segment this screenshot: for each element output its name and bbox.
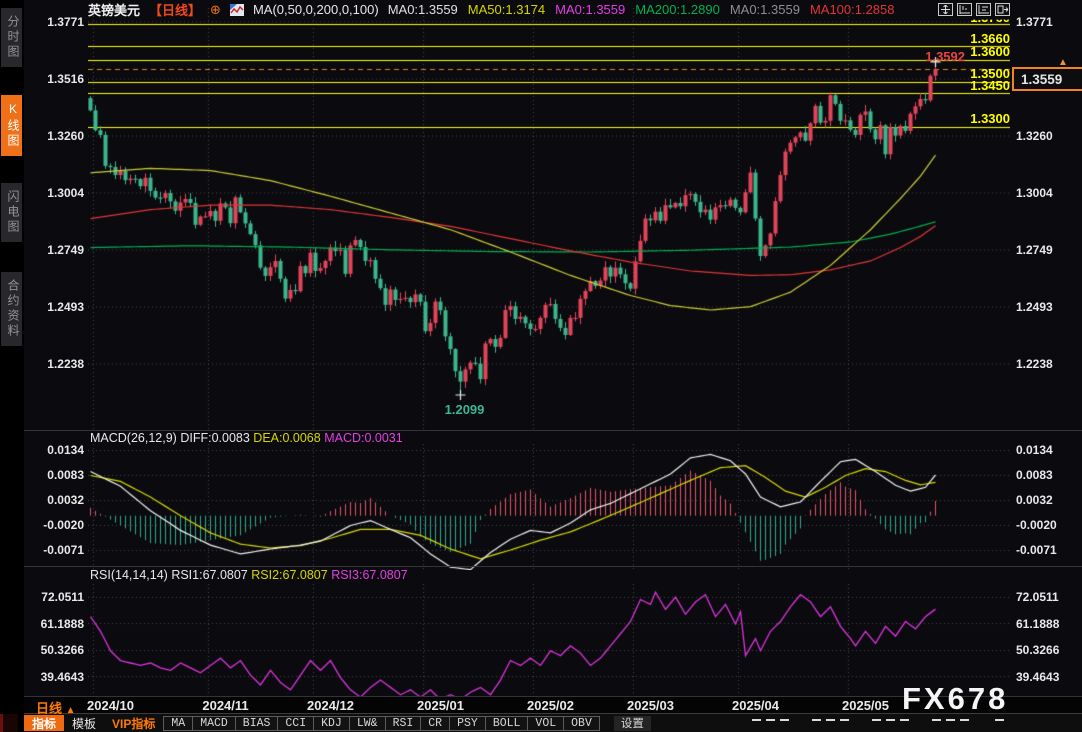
- indicator-button-obv[interactable]: OBV: [564, 716, 600, 731]
- axis-tick-macd: -0.0071: [1016, 543, 1057, 557]
- indicator-button-psy[interactable]: PSY: [450, 716, 486, 731]
- month-label: 2025/04: [732, 698, 779, 713]
- axis-tick-macd: -0.0020: [1016, 518, 1057, 532]
- month-label: 2025/02: [527, 698, 574, 713]
- sidebar-tab-2[interactable]: K线图: [1, 95, 22, 156]
- macd-title: MACD(26,12,9): [90, 431, 177, 445]
- rsi2-value: RSI2:67.0807: [251, 568, 327, 582]
- trading-app: 分时图K线图闪电图合约资料 英镑美元 【日线】 ⊕ MA(0,50,0,200,…: [0, 0, 1082, 732]
- sidebar-tab-4[interactable]: 合约资料: [1, 272, 22, 346]
- axis-tick-price: 1.3771: [26, 15, 84, 29]
- brand-watermark: FX678: [902, 681, 1008, 717]
- axis-tick-price: 1.3004: [26, 186, 84, 200]
- axis-tick-price: 1.3260: [1016, 129, 1053, 143]
- axis-tick-price: 1.2238: [1016, 357, 1053, 371]
- macd-dea-value: DEA:0.0068: [253, 431, 320, 445]
- indicator-button-lw[interactable]: LW&: [350, 716, 386, 731]
- indicator-button-rsi[interactable]: RSI: [386, 716, 422, 731]
- axis-tick-rsi: 39.4643: [26, 670, 84, 684]
- axis-tick-macd: -0.0071: [26, 543, 84, 557]
- indicator-button-boll[interactable]: BOLL: [486, 716, 529, 731]
- axis-tick-rsi: 61.1888: [26, 617, 84, 631]
- axis-tick-price: 1.2493: [26, 300, 84, 314]
- rsi1-value: RSI1:67.0807: [171, 568, 247, 582]
- axis-tick-macd: 0.0134: [1016, 443, 1053, 457]
- axis-tick-rsi: 50.3266: [26, 643, 84, 657]
- axis-tick-rsi: 50.3266: [1016, 643, 1059, 657]
- axis-tick-rsi: 61.1888: [1016, 617, 1059, 631]
- sidebar-tab-3[interactable]: 闪电图: [1, 183, 22, 242]
- current-price-value: 1.3559: [1021, 72, 1062, 87]
- indicator-button-cr[interactable]: CR: [421, 716, 450, 731]
- month-label: 2025/01: [417, 698, 464, 713]
- axis-tick-macd: 0.0083: [1016, 468, 1053, 482]
- macd-macd-value: MACD:0.0031: [324, 431, 403, 445]
- axis-tick-price: 1.3516: [26, 72, 84, 86]
- axis-tick-price: 1.3771: [1016, 15, 1053, 29]
- rsi-title: RSI(14,14,14): [90, 568, 168, 582]
- rsi3-value: RSI3:67.0807: [331, 568, 407, 582]
- month-label: 2024/11: [202, 698, 248, 713]
- axis-tick-price: 1.2749: [1016, 243, 1053, 257]
- axis-tick-rsi: 72.0511: [26, 590, 84, 604]
- axis-tick-rsi: 39.4643: [1016, 670, 1059, 684]
- sr-level-label: 1.3300: [930, 112, 1010, 126]
- macd-header: MACD(26,12,9) DIFF:0.0083 DEA:0.0068 MAC…: [90, 431, 403, 445]
- axis-tick-macd: 0.0032: [1016, 493, 1053, 507]
- indicator-button-bias[interactable]: BIAS: [236, 716, 279, 731]
- sidebar: 分时图 K线图闪电图合约资料: [0, 0, 24, 732]
- toolbar-tab-1[interactable]: 指标: [24, 715, 64, 731]
- month-label: 2024/10: [87, 698, 134, 713]
- month-label: 2024/12: [307, 698, 354, 713]
- axis-tick-price: 1.2238: [26, 357, 84, 371]
- axis-tick-macd: 0.0083: [26, 468, 84, 482]
- indicator-button-macd[interactable]: MACD: [193, 716, 236, 731]
- dash-marks: [872, 719, 909, 721]
- axis-tick-price: 1.3004: [1016, 186, 1053, 200]
- settings-button[interactable]: 设置: [614, 716, 651, 731]
- axis-tick-macd: 0.0032: [26, 493, 84, 507]
- dash-marks: [812, 719, 849, 721]
- indicator-button-kdj[interactable]: KDJ: [314, 716, 350, 731]
- axis-tick-macd: -0.0020: [26, 518, 84, 532]
- indicator-button-cci[interactable]: CCI: [278, 716, 314, 731]
- dash-marks: [995, 719, 1004, 721]
- month-label: 2025/05: [842, 698, 889, 713]
- axis-tick-macd: 0.0134: [26, 443, 84, 457]
- sidebar-tab-1[interactable]: 分时图: [1, 8, 22, 67]
- price-chart-canvas[interactable]: [88, 8, 1010, 432]
- toolbar-tab-3[interactable]: VIP指标: [104, 715, 163, 731]
- rsi-chart-canvas[interactable]: [88, 584, 1010, 698]
- axis-tick-rsi: 72.0511: [1016, 590, 1059, 604]
- dash-marks: [752, 719, 789, 721]
- corner-block: [0, 714, 18, 732]
- panel-separator: [24, 566, 1082, 567]
- dash-marks: [932, 719, 969, 721]
- indicator-button-vol[interactable]: VOL: [528, 716, 564, 731]
- macd-diff-value: DIFF:0.0083: [180, 431, 249, 445]
- macd-chart-canvas[interactable]: [88, 444, 1010, 570]
- high-price-label: 1.3592: [888, 49, 965, 64]
- axis-tick-price: 1.2493: [1016, 300, 1053, 314]
- toolbar-tab-2[interactable]: 模板: [64, 715, 104, 731]
- current-price-badge: 1.3559: [1012, 67, 1082, 91]
- indicator-button-ma[interactable]: MA: [163, 716, 193, 731]
- rsi-header: RSI(14,14,14) RSI1:67.0807 RSI2:67.0807 …: [90, 568, 408, 582]
- price-up-arrow-icon: ▲: [1058, 57, 1068, 68]
- low-price-label: 1.2099: [445, 402, 485, 417]
- sr-level-label: 1.3450: [930, 79, 1010, 93]
- axis-tick-price: 1.3260: [26, 129, 84, 143]
- month-label: 2025/03: [627, 698, 674, 713]
- axis-tick-price: 1.2749: [26, 243, 84, 257]
